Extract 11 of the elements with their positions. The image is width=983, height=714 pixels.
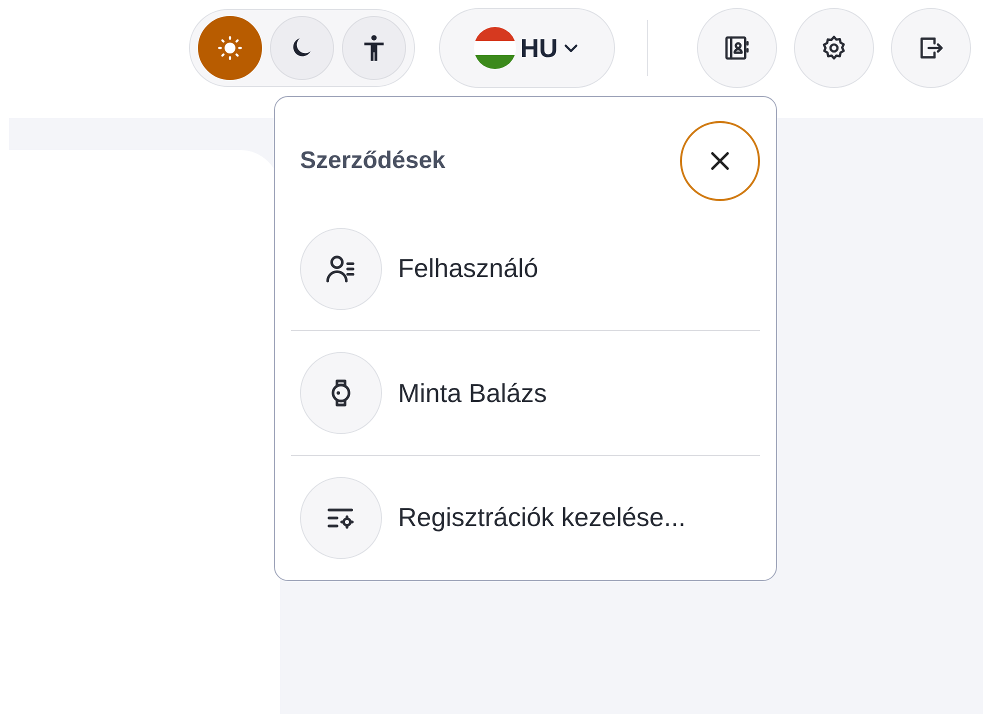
flag-icon — [474, 27, 516, 69]
menu-item[interactable]: Regisztrációk kezelése... — [291, 456, 760, 580]
settings-icon — [820, 34, 848, 62]
menu-item[interactable]: Minta Balázs — [291, 331, 760, 456]
user-list-icon — [325, 252, 357, 285]
language-code: HU — [520, 32, 558, 64]
contact-book-icon — [723, 34, 751, 62]
sun-icon — [217, 35, 243, 61]
menu-title: Szerződések — [300, 147, 446, 175]
language-button[interactable]: HU — [439, 8, 615, 88]
menu-item[interactable]: Felhasználó — [291, 207, 760, 332]
